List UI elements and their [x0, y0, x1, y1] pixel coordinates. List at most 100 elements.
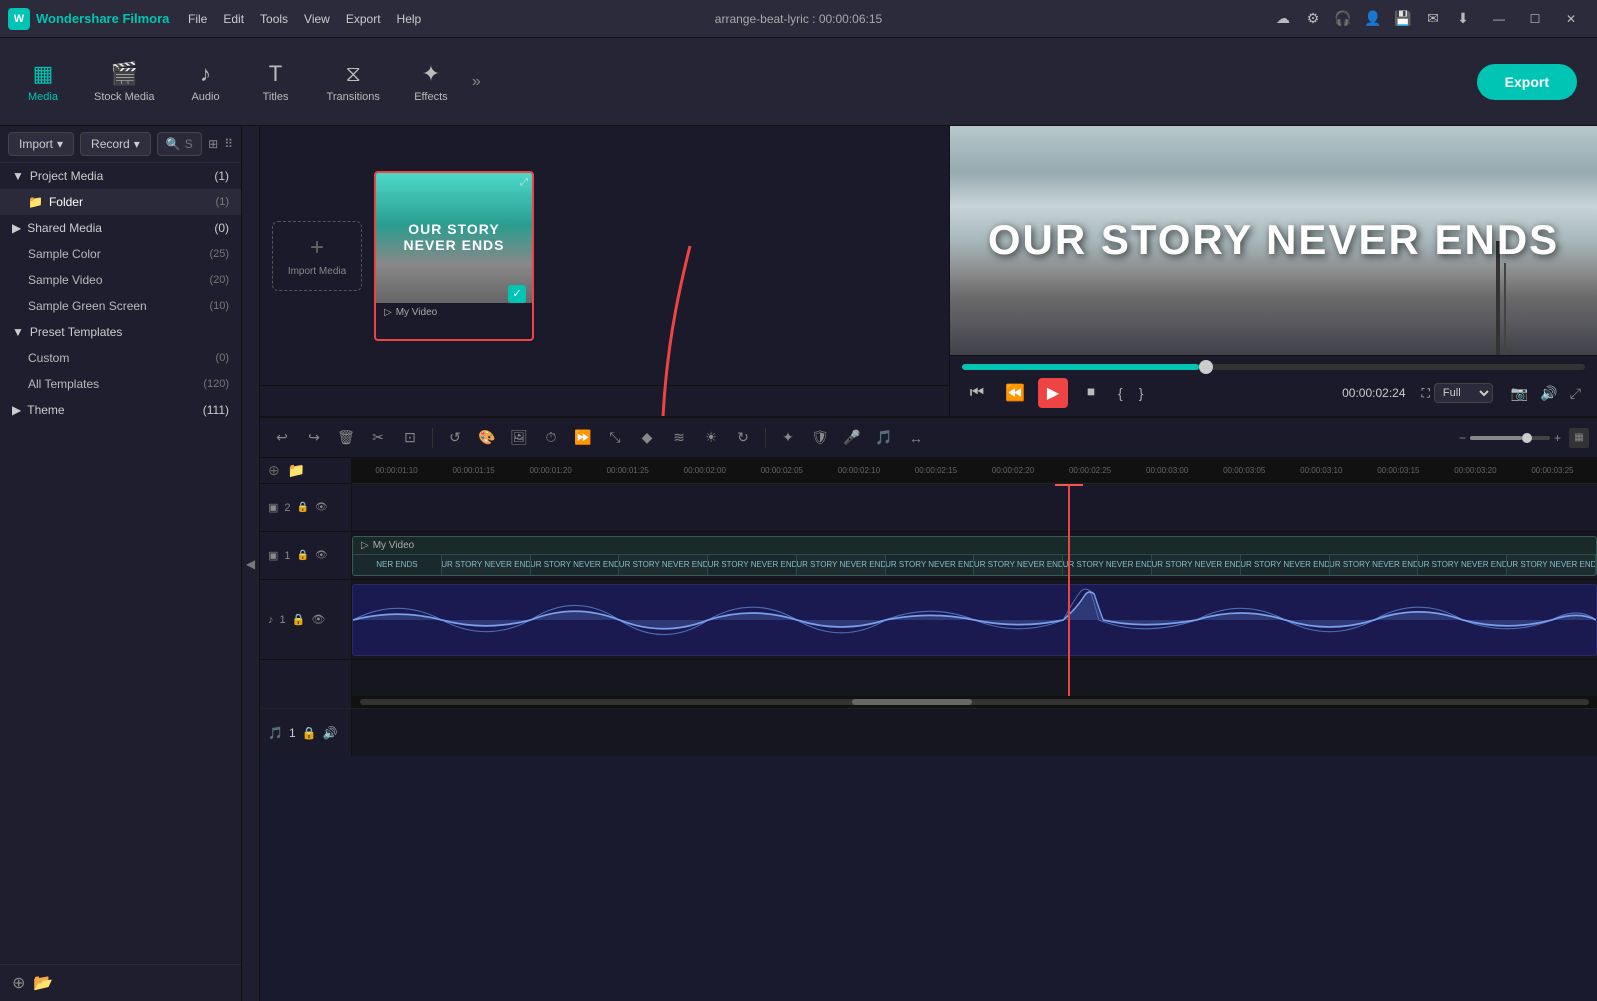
tree-section-preset-templates[interactable]: ▼ Preset Templates — [0, 319, 241, 345]
expand-icon[interactable]: ⤢ — [1566, 383, 1585, 404]
folder-open-icon[interactable]: 📂 — [33, 973, 53, 993]
zoom-in-icon[interactable]: + — [1554, 431, 1561, 445]
left-panel: Import ▾ Record ▾ 🔍 ⊞ ⠿ ▼ Project Media — [0, 126, 242, 1001]
rewind-button[interactable]: ⏪ — [1000, 378, 1030, 408]
progress-thumb[interactable] — [1199, 360, 1213, 374]
audio-track-button[interactable]: 🎵 — [870, 424, 898, 452]
mask-button[interactable]: 🛡 — [806, 424, 834, 452]
link-button[interactable]: ↔ — [902, 424, 930, 452]
zoom-select[interactable]: Full 50% 75% 100% — [1434, 383, 1493, 403]
folder-track-icon[interactable]: 📁 — [288, 462, 305, 479]
scrollbar-track[interactable] — [360, 699, 1589, 705]
headset-icon[interactable]: 🎧 — [1333, 9, 1353, 29]
tree-item-all-templates[interactable]: All Templates (120) — [0, 371, 241, 397]
clip-button[interactable]: ☀ — [697, 424, 725, 452]
color-button[interactable]: 🎨 — [473, 424, 501, 452]
add-media-icon[interactable]: ⊕ — [12, 973, 25, 993]
tree-item-sample-green[interactable]: Sample Green Screen (10) — [0, 293, 241, 319]
timer-button[interactable]: ⏱ — [537, 424, 565, 452]
panel-collapse-arrow[interactable]: ◀ — [242, 126, 260, 1001]
menu-export[interactable]: Export — [346, 12, 381, 26]
out-point-icon[interactable]: } — [1135, 385, 1148, 401]
stop-button[interactable]: ⏹ — [1076, 378, 1106, 408]
save-icon[interactable]: 💾 — [1393, 9, 1413, 29]
music-lock-icon[interactable]: 🔒 — [302, 726, 317, 740]
video-clip[interactable]: ▷ My Video NER ENDS OUR STORY NEVER ENDS… — [352, 536, 1597, 576]
effect-button[interactable]: ✦ — [774, 424, 802, 452]
in-point-icon[interactable]: { — [1114, 385, 1127, 401]
progress-bar[interactable] — [962, 364, 1585, 370]
filter-icon[interactable]: ⊞ — [208, 137, 218, 151]
tree-item-custom[interactable]: Custom (0) — [0, 345, 241, 371]
sync-button[interactable]: ↻ — [729, 424, 757, 452]
tree-section-theme[interactable]: ▶ Theme (111) — [0, 397, 241, 423]
timeline-menu-icon[interactable]: ▦ — [1569, 428, 1589, 448]
prev-frame-button[interactable]: ⏮ — [962, 378, 992, 408]
audio-waveform — [353, 585, 1596, 655]
grid-view-icon[interactable]: ⠿ — [224, 137, 233, 151]
menu-edit[interactable]: Edit — [223, 12, 244, 26]
eye-icon-v2[interactable]: 👁 — [315, 502, 328, 513]
import-dropdown-icon[interactable]: ▾ — [57, 137, 63, 151]
file-tree: ▼ Project Media (1) 📁 Folder (1) ▶ Share… — [0, 163, 241, 964]
speed-button[interactable]: ⏩ — [569, 424, 597, 452]
add-track-icon[interactable]: ⊕ — [268, 462, 280, 479]
redo-button[interactable]: ↪ — [300, 424, 328, 452]
screenshot-icon[interactable]: 📷 — [1507, 383, 1532, 404]
eye-icon-v1[interactable]: 👁 — [315, 550, 328, 561]
transform-button[interactable]: ⤡ — [601, 424, 629, 452]
eye-icon-m1[interactable]: 👁 — [311, 613, 325, 626]
rotation-button[interactable]: ↺ — [441, 424, 469, 452]
mic-button[interactable]: 🎤 — [838, 424, 866, 452]
lock-icon-v1[interactable]: 🔒 — [297, 550, 309, 561]
keyframe-button[interactable]: ◆ — [633, 424, 661, 452]
music-volume-icon[interactable]: 🔊 — [323, 726, 338, 740]
lock-icon-v2[interactable]: 🔒 — [297, 502, 309, 513]
import-button[interactable]: Import ▾ — [8, 132, 74, 156]
tree-item-sample-color[interactable]: Sample Color (25) — [0, 241, 241, 267]
maximize-button[interactable]: ☐ — [1517, 4, 1553, 34]
record-button[interactable]: Record ▾ — [80, 132, 151, 156]
toolbar-effects[interactable]: ✦ Effects — [396, 53, 466, 111]
tree-item-sample-video[interactable]: Sample Video (20) — [0, 267, 241, 293]
menu-help[interactable]: Help — [397, 12, 422, 26]
play-button[interactable]: ▶ — [1038, 378, 1068, 408]
tree-section-project-media[interactable]: ▼ Project Media (1) — [0, 163, 241, 189]
media-thumbnail[interactable]: ⤢ OUR STORY NEVER ENDS ✓ ▷ My Video — [374, 171, 534, 341]
toolbar-more-button[interactable]: » — [466, 73, 487, 91]
delete-button[interactable]: 🗑 — [332, 424, 360, 452]
tree-section-shared-media[interactable]: ▶ Shared Media (0) — [0, 215, 241, 241]
audio-clip[interactable] — [352, 584, 1597, 656]
settings-icon[interactable]: ⚙ — [1303, 9, 1323, 29]
zoom-slider[interactable] — [1470, 436, 1550, 440]
import-media-placeholder[interactable]: + Import Media — [272, 221, 362, 291]
timeline-scrollbar[interactable] — [352, 696, 1597, 708]
minimize-button[interactable]: — — [1481, 4, 1517, 34]
fullscreen-icon[interactable]: ⛶ — [1422, 386, 1430, 401]
undo-button[interactable]: ↩ — [268, 424, 296, 452]
toolbar-titles[interactable]: T Titles — [241, 53, 311, 111]
toolbar-stock-media[interactable]: 🎬 Stock Media — [78, 53, 171, 111]
audio-edit-button[interactable]: ≋ — [665, 424, 693, 452]
toolbar-transitions[interactable]: ⧖ Transitions — [311, 53, 396, 111]
cloud-icon[interactable]: ☁ — [1273, 9, 1293, 29]
zoom-out-icon[interactable]: − — [1459, 431, 1466, 445]
volume-icon[interactable]: 🔊 — [1536, 383, 1561, 404]
image-button[interactable]: 🖼 — [505, 424, 533, 452]
menu-file[interactable]: File — [188, 12, 207, 26]
menu-tools[interactable]: Tools — [260, 12, 288, 26]
crop-button[interactable]: ⊡ — [396, 424, 424, 452]
download-icon[interactable]: ⬇ — [1453, 9, 1473, 29]
export-button[interactable]: Export — [1477, 64, 1577, 100]
mail-icon[interactable]: ✉ — [1423, 9, 1443, 29]
user-icon[interactable]: 👤 — [1363, 9, 1383, 29]
tree-item-folder[interactable]: 📁 Folder (1) — [0, 189, 241, 215]
menu-view[interactable]: View — [304, 12, 330, 26]
toolbar-audio[interactable]: ♪ Audio — [171, 53, 241, 111]
close-button[interactable]: ✕ — [1553, 4, 1589, 34]
lock-icon-m1[interactable]: 🔒 — [292, 613, 306, 626]
cut-button[interactable]: ✂ — [364, 424, 392, 452]
toolbar-media[interactable]: ▦ Media — [8, 53, 78, 111]
search-input[interactable] — [185, 137, 193, 151]
scrollbar-thumb[interactable] — [852, 699, 972, 705]
